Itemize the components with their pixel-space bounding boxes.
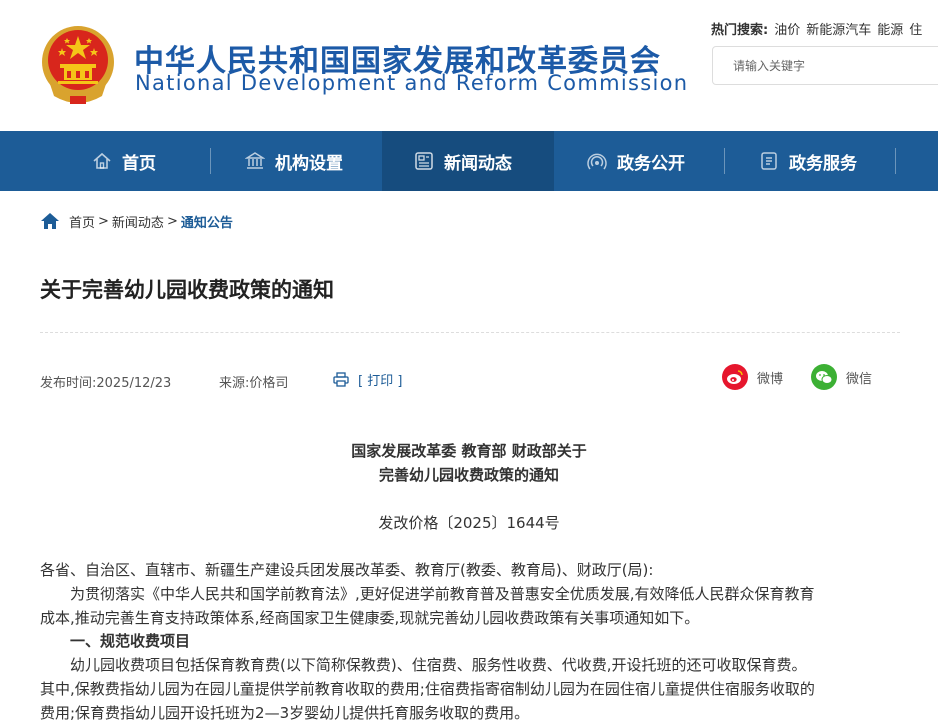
printer-icon bbox=[333, 372, 349, 387]
source-label: 来源: bbox=[219, 376, 250, 391]
nav-item-public-affairs[interactable]: 政务公开 bbox=[587, 131, 685, 191]
share-wechat-label: 微信 bbox=[846, 371, 873, 387]
hot-search-term[interactable]: 油价 bbox=[774, 23, 800, 38]
nav-label: 机构设置 bbox=[275, 153, 343, 174]
national-emblem-icon[interactable] bbox=[40, 24, 116, 104]
nav-item-home[interactable]: 首页 bbox=[92, 131, 156, 191]
institution-icon bbox=[245, 152, 265, 169]
publish-date: 2025/12/23 bbox=[96, 376, 172, 391]
hot-search-term[interactable]: 能源 bbox=[877, 23, 903, 38]
share-weibo[interactable]: 微博 bbox=[722, 364, 783, 390]
hot-search-term[interactable]: 新能源汽车 bbox=[806, 23, 871, 38]
nav-item-news[interactable]: 新闻动态 bbox=[382, 131, 554, 191]
hot-search-term[interactable]: 住 bbox=[909, 23, 922, 38]
wechat-icon bbox=[811, 364, 837, 390]
breadcrumb-separator: > bbox=[166, 213, 178, 229]
breadcrumb-separator: > bbox=[98, 213, 109, 229]
breadcrumb-item[interactable]: 首页 bbox=[69, 212, 95, 231]
breadcrumb-item[interactable]: 新闻动态 bbox=[112, 212, 164, 231]
nav-divider bbox=[210, 148, 211, 174]
article-paragraph: 费用;保育费指幼儿园开设托班为2—3岁婴幼儿提供托育服务收取的费用。 bbox=[40, 704, 530, 722]
article-paragraph: 各省、自治区、直辖市、新疆生产建设兵团发展改革委、教育厅(教委、教育局)、财政厅… bbox=[40, 561, 654, 579]
nav-label: 首页 bbox=[122, 153, 156, 174]
article-paragraph: 其中,保教费指幼儿园为在园儿童提供学前教育收取的费用;住宿费指寄宿制幼儿园为在园… bbox=[40, 680, 815, 698]
share-weibo-label: 微博 bbox=[757, 371, 784, 387]
breadcrumb: 首页 > 新闻动态 > 通知公告 bbox=[40, 211, 233, 231]
publish-info: 发布时间:2025/12/23 bbox=[40, 372, 171, 391]
search-box bbox=[712, 46, 938, 85]
document-number: 发改价格〔2025〕1644号 bbox=[378, 514, 560, 532]
article-paragraph: 成本,推动完善生育支持政策体系,经商国家卫生健康委,现就完善幼儿园收费政策有关事… bbox=[40, 609, 700, 627]
source-info: 来源:价格司 bbox=[219, 372, 288, 391]
nav-item-institution[interactable]: 机构设置 bbox=[245, 131, 343, 191]
news-icon bbox=[415, 152, 433, 170]
hot-search: 热门搜索: 油价 新能源汽车 能源住 bbox=[711, 19, 928, 38]
article-paragraph: 幼儿园收费项目包括保育教育费(以下简称保教费)、住宿费、服务性收费、代收费,开设… bbox=[40, 656, 807, 674]
weibo-icon bbox=[722, 364, 748, 390]
source-value: 价格司 bbox=[249, 376, 289, 391]
print-button[interactable]: [ 打印 ] bbox=[333, 370, 402, 389]
print-label: [ 打印 ] bbox=[358, 374, 403, 389]
home-icon bbox=[93, 152, 111, 169]
main-nav: 首页 机构设置 新闻动态 政务公开 政务服务 bbox=[0, 131, 938, 191]
home-icon[interactable] bbox=[40, 212, 60, 230]
share-wechat[interactable]: 微信 bbox=[811, 364, 872, 390]
nav-label: 政务服务 bbox=[789, 153, 857, 174]
document-heading-line2: 完善幼儿园收费政策的通知 bbox=[378, 466, 559, 484]
service-icon bbox=[761, 152, 777, 170]
site-title-english[interactable]: National Development and Reform Commissi… bbox=[135, 71, 688, 95]
nav-item-services[interactable]: 政务服务 bbox=[759, 131, 857, 191]
article-title: 关于完善幼儿园收费政策的通知 bbox=[40, 278, 334, 302]
nav-divider bbox=[895, 148, 896, 174]
nav-label: 新闻动态 bbox=[444, 153, 512, 174]
site-header: 中华人民共和国国家发展和改革委员会 National Development a… bbox=[0, 0, 938, 131]
hot-search-label: 热门搜索: bbox=[711, 23, 769, 38]
document-heading-line1: 国家发展改革委 教育部 财政部关于 bbox=[351, 442, 587, 460]
section-heading: 一、规范收费项目 bbox=[40, 632, 191, 650]
nav-label: 政务公开 bbox=[617, 153, 685, 174]
title-divider bbox=[40, 332, 900, 333]
publish-label: 发布时间: bbox=[40, 376, 97, 391]
search-input[interactable] bbox=[713, 47, 938, 84]
breadcrumb-current[interactable]: 通知公告 bbox=[181, 212, 233, 231]
article-paragraph: 为贯彻落实《中华人民共和国学前教育法》,更好促进学前教育普及普惠安全优质发展,有… bbox=[40, 585, 815, 603]
nav-divider bbox=[724, 148, 725, 174]
broadcast-icon bbox=[587, 153, 607, 170]
